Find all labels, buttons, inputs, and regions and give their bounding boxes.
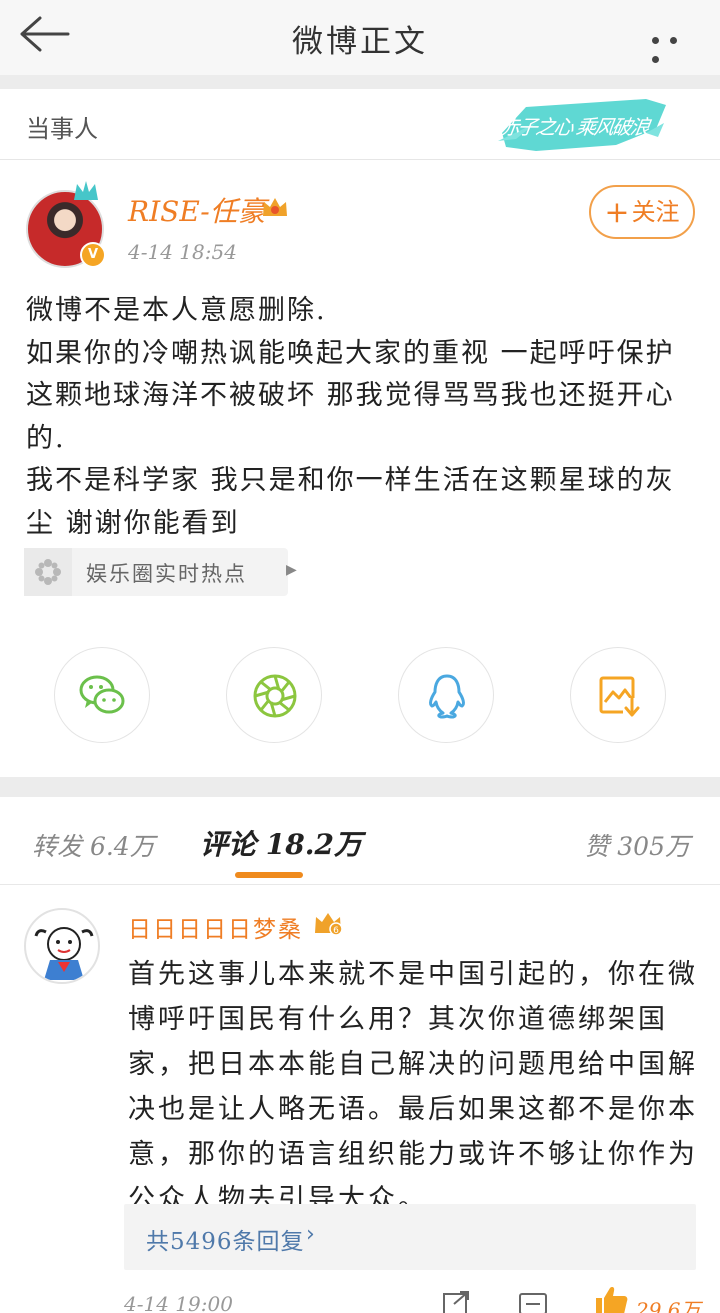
- reply-comment-icon[interactable]: [518, 1290, 548, 1313]
- qq-icon: [429, 674, 465, 719]
- svg-text:6: 6: [333, 926, 339, 936]
- comment-text: 首先这事儿本来就不是中国引起的，你在微博呼吁国民有什么用？其次你道德绑架国家，把…: [128, 959, 698, 1215]
- share-comment-icon[interactable]: [442, 1290, 472, 1313]
- replies-count: 共5496条回复: [146, 1229, 305, 1255]
- chevron-right-icon: ▶: [286, 562, 297, 578]
- tab-likes[interactable]: 赞 305万: [584, 827, 690, 863]
- vip-crown-icon: [263, 198, 287, 216]
- vip-crown-icon: 6: [315, 913, 343, 936]
- post-timestamp: 4-14 18:54: [128, 240, 237, 264]
- share-moments-button[interactable]: [226, 647, 322, 743]
- hot-topic-chip[interactable]: 娱乐圈实时热点 ▶: [24, 548, 297, 596]
- follow-button[interactable]: +关注: [589, 185, 695, 239]
- comment-timestamp: 4-14 19:00: [124, 1292, 233, 1313]
- commenter-avatar[interactable]: [24, 908, 100, 984]
- tab-reposts[interactable]: 转发 6.4万: [32, 827, 155, 863]
- topic-banner-text: 赤子之心 乘风破浪: [498, 115, 650, 139]
- hot-topic-label: 娱乐圈实时热点: [86, 562, 247, 586]
- section-divider: [0, 777, 720, 797]
- wechat-icon: [79, 675, 125, 714]
- tab-comments[interactable]: 评论 18.2万: [200, 823, 362, 863]
- page-title: 微博正文: [292, 24, 428, 60]
- topic-header[interactable]: 当事人 赤子之心 乘风破浪: [0, 89, 720, 160]
- share-qq-button[interactable]: [398, 647, 494, 743]
- save-image-button[interactable]: [570, 647, 666, 743]
- post-paragraph: 我不是科学家 我只是和你一样生活在这颗星球的灰尘 谢谢你能看到: [26, 465, 675, 539]
- topic-label: 当事人: [26, 115, 98, 143]
- commenter-name[interactable]: 日日日日日梦桑: [128, 910, 303, 944]
- author-name[interactable]: RISE-任豪: [128, 190, 266, 230]
- post-paragraph: 微博不是本人意愿删除.: [26, 295, 327, 326]
- comment-like-count: 29.6万: [636, 1298, 701, 1313]
- plus-icon: +: [604, 195, 630, 230]
- view-replies-link[interactable]: 共5496条回复 ›: [124, 1204, 696, 1270]
- chevron-right-icon: ›: [306, 1222, 315, 1247]
- verified-badge-icon: V: [80, 242, 106, 268]
- section-divider: [0, 75, 720, 89]
- post-content: 微博不是本人意愿删除. 如果你的冷嘲热讽能唤起大家的重视 一起呼吁保护这颗地球海…: [26, 290, 696, 545]
- share-wechat-button[interactable]: [54, 647, 150, 743]
- like-thumb-icon[interactable]: [594, 1286, 628, 1313]
- interaction-tabs: 转发 6.4万 评论 18.2万 赞 305万: [0, 797, 720, 885]
- top-navbar: 微博正文: [0, 0, 720, 75]
- active-tab-indicator: [235, 872, 303, 878]
- post-paragraph: 如果你的冷嘲热讽能唤起大家的重视 一起呼吁保护这颗地球海洋不被破坏 那我觉得骂骂…: [26, 337, 675, 454]
- member-crown-icon: [74, 181, 98, 200]
- save-image-icon: [599, 676, 641, 718]
- more-options-icon[interactable]: [652, 29, 698, 63]
- moments-icon: [253, 674, 297, 718]
- flower-icon: [24, 548, 72, 596]
